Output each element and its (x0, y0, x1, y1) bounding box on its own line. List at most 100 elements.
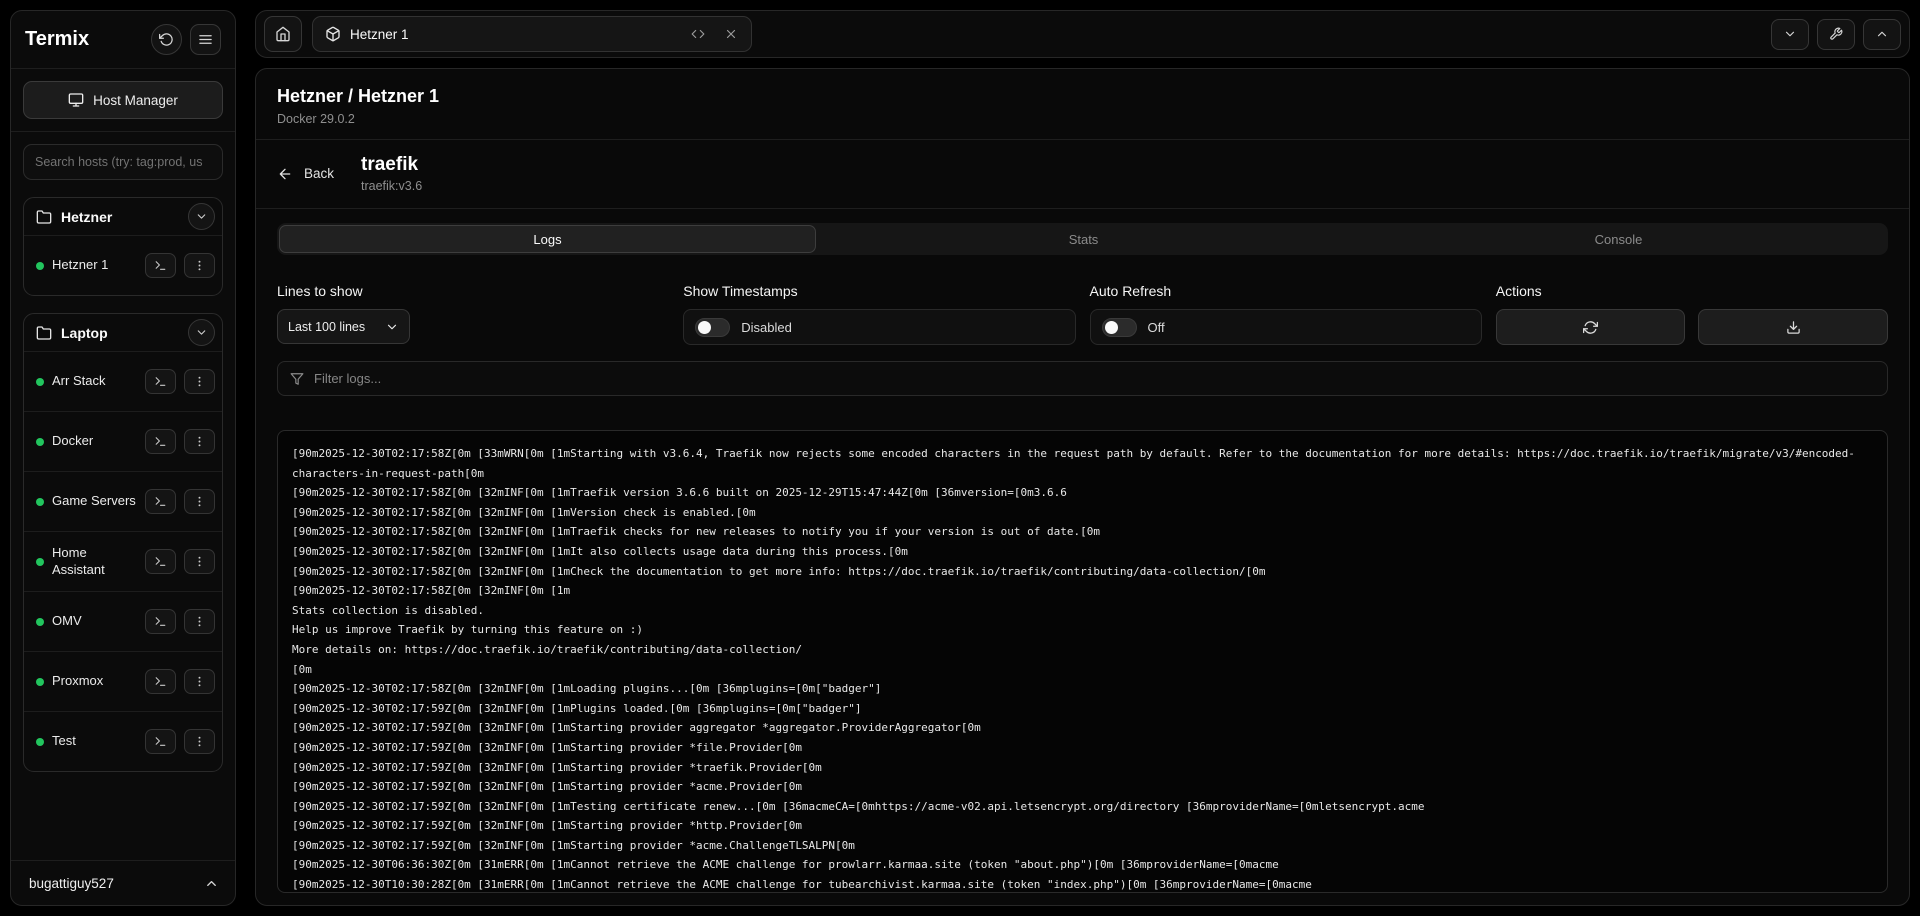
host-more-button[interactable] (184, 429, 215, 454)
docker-version: Docker 29.0.2 (277, 112, 1888, 126)
terminal-icon (154, 735, 167, 748)
host-groups: Hetzner Hetzner 1 (11, 192, 235, 860)
lines-to-show-label: Lines to show (277, 283, 669, 299)
host-label: Hetzner 1 (52, 257, 137, 274)
host-more-button[interactable] (184, 369, 215, 394)
host-manager-button[interactable]: Host Manager (23, 81, 223, 119)
tools-button[interactable] (1817, 19, 1855, 50)
tab-logs[interactable]: Logs (279, 225, 816, 253)
host-row-hetzner-1[interactable]: Hetzner 1 (24, 235, 222, 295)
timestamps-state: Disabled (741, 320, 792, 335)
host-more-button[interactable] (184, 609, 215, 634)
actions-buttons (1496, 309, 1888, 345)
home-icon (275, 26, 291, 42)
host-label: Game Servers (52, 493, 137, 510)
open-terminal-button[interactable] (145, 549, 176, 574)
group-collapse-button[interactable] (188, 203, 215, 230)
sidebar-header: Termix (11, 11, 235, 68)
refresh-logs-button[interactable] (1496, 309, 1686, 345)
download-icon (1786, 320, 1801, 335)
host-more-button[interactable] (184, 729, 215, 754)
actions-label: Actions (1496, 283, 1888, 299)
host-more-button[interactable] (184, 253, 215, 278)
folder-icon (36, 325, 52, 341)
view-tabs: Logs Stats Console (277, 223, 1888, 255)
more-vertical-icon (193, 615, 206, 628)
menu-button[interactable] (190, 24, 221, 55)
open-terminal-button[interactable] (145, 729, 176, 754)
host-more-button[interactable] (184, 489, 215, 514)
status-dot-online (36, 678, 44, 686)
open-terminal-button[interactable] (145, 369, 176, 394)
home-button[interactable] (264, 16, 302, 52)
group-collapse-button[interactable] (188, 319, 215, 346)
page-title: Hetzner / Hetzner 1 (277, 86, 1888, 107)
open-terminal-button[interactable] (145, 253, 176, 278)
container-identity: traefik traefik:v3.6 (361, 154, 422, 193)
host-row-game-servers[interactable]: Game Servers (24, 471, 222, 531)
lines-to-show-control: Lines to show Last 100 lines (277, 283, 669, 345)
chevron-down-icon (195, 210, 208, 223)
host-label: Test (52, 733, 137, 750)
host-label: Arr Stack (52, 373, 137, 390)
arrow-left-icon (277, 166, 293, 182)
app-title: Termix (25, 28, 89, 51)
status-dot-online (36, 498, 44, 506)
timestamps-toggle[interactable] (695, 318, 730, 337)
container-image: traefik:v3.6 (361, 179, 422, 193)
host-row-home-assistant[interactable]: Home Assistant (24, 531, 222, 591)
filter-icon (290, 372, 304, 386)
download-logs-button[interactable] (1698, 309, 1888, 345)
user-menu-button[interactable] (204, 876, 219, 891)
session-tab-hetzner-1[interactable]: Hetzner 1 (312, 16, 752, 52)
topbar-right-buttons (1771, 19, 1901, 50)
host-row-docker[interactable]: Docker (24, 411, 222, 471)
auto-refresh-label: Auto Refresh (1090, 283, 1482, 299)
group-header[interactable]: Laptop (24, 314, 222, 351)
auto-refresh-toggle[interactable] (1102, 318, 1137, 337)
reload-button[interactable] (151, 24, 182, 55)
split-view-button[interactable] (686, 22, 710, 46)
tab-stats[interactable]: Stats (816, 225, 1351, 253)
host-more-button[interactable] (184, 669, 215, 694)
open-terminal-button[interactable] (145, 609, 176, 634)
open-terminal-button[interactable] (145, 489, 176, 514)
open-terminal-button[interactable] (145, 429, 176, 454)
log-output[interactable]: [90m2025-12-30T02:17:58Z[0m [33mWRN[0m [… (277, 430, 1888, 893)
host-label: OMV (52, 613, 137, 630)
search-hosts-input[interactable] (23, 144, 223, 180)
host-row-arr-stack[interactable]: Arr Stack (24, 351, 222, 411)
collapse-up-button[interactable] (1863, 19, 1901, 50)
host-row-proxmox[interactable]: Proxmox (24, 651, 222, 711)
split-icon (691, 27, 705, 41)
host-row-omv[interactable]: OMV (24, 591, 222, 651)
host-more-button[interactable] (184, 549, 215, 574)
host-manager-label: Host Manager (93, 93, 178, 108)
panel-body: Logs Stats Console Lines to show Last 10… (256, 209, 1909, 905)
container-header: Back traefik traefik:v3.6 (256, 140, 1909, 208)
sidebar-footer[interactable]: bugattiguy527 (11, 860, 235, 905)
close-tab-button[interactable] (719, 22, 743, 46)
host-row-test[interactable]: Test (24, 711, 222, 771)
back-button[interactable]: Back (277, 166, 334, 182)
open-terminal-button[interactable] (145, 669, 176, 694)
lines-to-show-select[interactable]: Last 100 lines (277, 309, 410, 344)
reload-icon (159, 32, 174, 47)
chevron-up-icon (204, 876, 219, 891)
status-dot-online (36, 618, 44, 626)
group-header[interactable]: Hetzner (24, 198, 222, 235)
topbar: Hetzner 1 (255, 10, 1910, 58)
terminal-icon (154, 675, 167, 688)
terminal-icon (154, 615, 167, 628)
collapse-down-button[interactable] (1771, 19, 1809, 50)
auto-refresh-control: Auto Refresh Off (1090, 283, 1482, 345)
host-group-laptop: Laptop Arr Stack (23, 313, 223, 772)
actions-control: Actions (1496, 283, 1888, 345)
host-label: Home Assistant (52, 545, 137, 579)
folder-icon (36, 209, 52, 225)
container-name: traefik (361, 154, 422, 176)
content-panel: Hetzner / Hetzner 1 Docker 29.0.2 Back t… (255, 68, 1910, 906)
container-icon (325, 26, 341, 42)
filter-logs-input[interactable] (314, 371, 1875, 386)
tab-console[interactable]: Console (1351, 225, 1886, 253)
